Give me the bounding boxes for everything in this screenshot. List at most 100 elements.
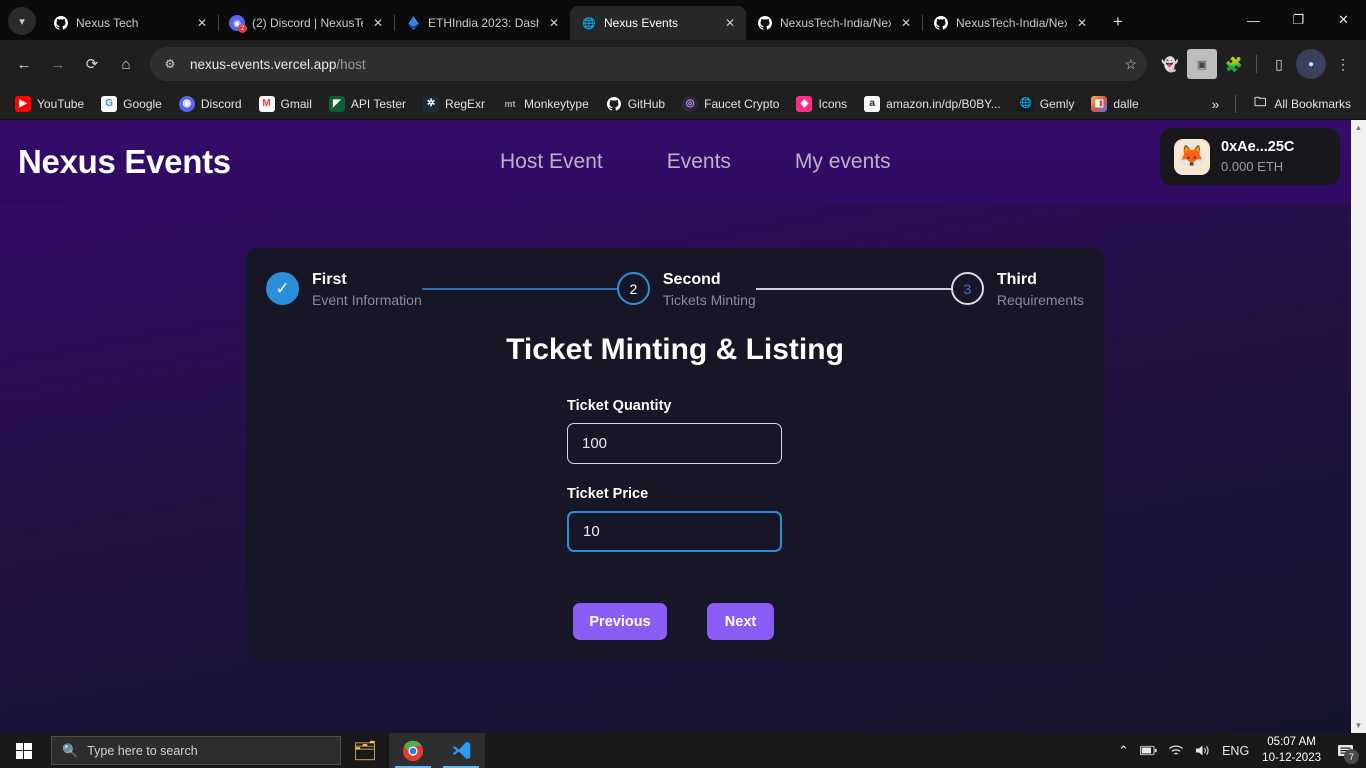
nav-link-my-events[interactable]: My events	[795, 150, 891, 174]
notifications-icon[interactable]: 7	[1332, 733, 1360, 768]
vscode-icon[interactable]	[437, 733, 485, 768]
maximize-button[interactable]: ❐	[1276, 4, 1321, 36]
bookmarks-overflow-icon[interactable]: »	[1205, 93, 1227, 115]
ticket-price-label: Ticket Price	[567, 486, 649, 502]
bookmark-api-tester[interactable]: ◤ API Tester	[322, 93, 413, 115]
clock-time: 05:07 AM	[1267, 735, 1316, 748]
bookmark-youtube[interactable]: ▶ YouTube	[8, 93, 91, 115]
extensions-puzzle-icon[interactable]: 🧩	[1219, 49, 1249, 79]
ticket-quantity-input[interactable]	[567, 423, 782, 464]
site-nav-links: Host Event Events My events	[500, 120, 891, 204]
close-icon[interactable]: ✕	[546, 15, 562, 31]
ticket-quantity-label: Ticket Quantity	[567, 398, 672, 414]
bookmark-google[interactable]: G Google	[94, 93, 169, 115]
home-icon[interactable]: ⌂	[110, 48, 142, 80]
tab-badge: 2	[238, 24, 247, 33]
ghost-extension-icon[interactable]: 👻	[1155, 49, 1185, 79]
page-content: Nexus Events Host Event Events My events…	[0, 120, 1366, 733]
step-1-title: First	[312, 271, 347, 288]
windows-start-icon[interactable]	[0, 733, 47, 768]
forward-icon[interactable]: →	[42, 48, 74, 80]
bookmark-faucet-crypto[interactable]: ◎ Faucet Crypto	[675, 93, 786, 115]
close-icon[interactable]: ✕	[722, 15, 738, 31]
nav-link-host-event[interactable]: Host Event	[500, 150, 603, 174]
minimize-button[interactable]: —	[1231, 4, 1276, 36]
close-icon[interactable]: ✕	[1074, 15, 1090, 31]
browser-tab-2[interactable]: ◉ 2 (2) Discord | NexusTe ✕	[218, 6, 395, 40]
chrome-icon[interactable]	[389, 733, 437, 768]
step-third[interactable]: 3 Third Requirements	[950, 270, 1084, 310]
address-bar[interactable]: ⚙ nexus-events.vercel.app/host ☆	[150, 47, 1147, 81]
scroll-down-icon[interactable]: ▼	[1351, 718, 1366, 733]
globe-icon: 🌐	[582, 17, 596, 30]
scroll-up-icon[interactable]: ▲	[1351, 120, 1366, 135]
bookmark-gmail[interactable]: M Gmail	[252, 93, 319, 115]
tab-title: Nexus Events	[604, 16, 679, 30]
bookmark-label: Icons	[818, 96, 848, 111]
side-panel-icon[interactable]: ▯	[1264, 49, 1294, 79]
amazon-icon: a	[864, 95, 881, 112]
step-2-title: Second	[662, 271, 721, 288]
all-bookmarks-button[interactable]: 🗀 All Bookmarks	[1245, 93, 1358, 115]
bookmark-star-icon[interactable]: ☆	[1124, 56, 1137, 73]
bookmark-dalle[interactable]: ◧ dalle	[1084, 93, 1145, 115]
browser-tab-1[interactable]: Nexus Tech ✕	[42, 6, 219, 40]
close-icon[interactable]: ✕	[370, 15, 386, 31]
browser-tab-6[interactable]: NexusTech-India/Nex ✕	[922, 6, 1098, 40]
page-scrollbar[interactable]: ▲ ▼	[1351, 120, 1366, 733]
step-second[interactable]: 2 Second Tickets Minting	[616, 270, 756, 310]
bookmark-discord[interactable]: ◉ Discord	[172, 93, 249, 115]
nav-link-events[interactable]: Events	[667, 150, 731, 174]
step-3-subtitle: Requirements	[996, 292, 1085, 308]
close-window-button[interactable]: ✕	[1321, 4, 1366, 36]
browser-tab-5[interactable]: NexusTech-India/Nex ✕	[746, 6, 923, 40]
language-indicator[interactable]: ENG	[1222, 744, 1249, 758]
taskbar-search-input[interactable]: 🔍 Type here to search	[51, 736, 341, 765]
bookmark-label: Discord	[200, 96, 242, 111]
tab-search-button[interactable]: ▾	[8, 7, 36, 35]
bookmark-label: GitHub	[627, 96, 666, 111]
volume-icon[interactable]	[1195, 744, 1211, 757]
close-icon[interactable]: ✕	[898, 15, 914, 31]
taskbar-clock[interactable]: 05:07 AM 10-12-2023	[1262, 735, 1321, 766]
ticket-price-field: Ticket Price	[567, 486, 782, 552]
wifi-icon[interactable]	[1168, 744, 1184, 757]
faucet-crypto-icon: ◎	[682, 95, 699, 112]
step-2-text: Second Tickets Minting	[663, 270, 756, 310]
screenshot-extension-icon[interactable]: ▣	[1187, 49, 1217, 79]
icons-icon: ◆	[796, 95, 813, 112]
tab-title: NexusTech-India/Nex	[956, 16, 1067, 30]
tab-title: (2) Discord | NexusTe	[252, 16, 363, 30]
previous-button[interactable]: Previous	[573, 603, 667, 640]
site-brand[interactable]: Nexus Events	[18, 143, 231, 181]
bookmarks-bar: ▶ YouTube G Google ◉ Discord M Gmail ◤ API Te…	[0, 88, 1366, 120]
step-3-text: Third Requirements	[997, 270, 1084, 310]
notification-count-badge: 7	[1344, 749, 1359, 764]
bookmark-regexr[interactable]: ✲ RegExr	[416, 93, 492, 115]
tune-icon[interactable]: ⚙	[160, 54, 180, 74]
battery-icon[interactable]	[1140, 745, 1157, 756]
ticket-price-input[interactable]	[567, 511, 782, 552]
step-first[interactable]: ✓ First Event Information	[266, 270, 422, 310]
bookmark-amazon[interactable]: a amazon.in/dp/B0BY...	[857, 93, 1008, 115]
tray-chevron-icon[interactable]: ⌃	[1118, 743, 1129, 759]
back-icon[interactable]: ←	[8, 48, 40, 80]
tab-title: NexusTech-India/Nex	[780, 16, 891, 30]
wallet-text-group: 0xAe...25C 0.000 ETH	[1221, 138, 1294, 175]
bookmark-monkeytype[interactable]: mt Monkeytype	[495, 93, 596, 115]
browser-tab-4-active[interactable]: 🌐 Nexus Events ✕	[570, 6, 746, 40]
file-explorer-icon[interactable]: 🗂	[341, 733, 389, 768]
wallet-widget[interactable]: 🦊 0xAe...25C 0.000 ETH	[1160, 128, 1340, 185]
bookmark-icons[interactable]: ◆ Icons	[789, 93, 854, 115]
new-tab-button[interactable]: +	[1104, 8, 1132, 36]
bookmark-gemly[interactable]: 🌐 Gemly	[1011, 93, 1082, 115]
close-icon[interactable]: ✕	[194, 15, 210, 31]
step-1-check-icon: ✓	[266, 272, 299, 305]
browser-tab-3[interactable]: ETHIndia 2023: Dashb ✕	[394, 6, 571, 40]
monkeytype-icon: mt	[504, 98, 516, 109]
chrome-menu-icon[interactable]: ⋮	[1328, 49, 1358, 79]
reload-icon[interactable]: ⟳	[76, 48, 108, 80]
profile-avatar-icon[interactable]: ●	[1296, 49, 1326, 79]
bookmark-github[interactable]: GitHub	[599, 93, 672, 115]
next-button[interactable]: Next	[707, 603, 774, 640]
